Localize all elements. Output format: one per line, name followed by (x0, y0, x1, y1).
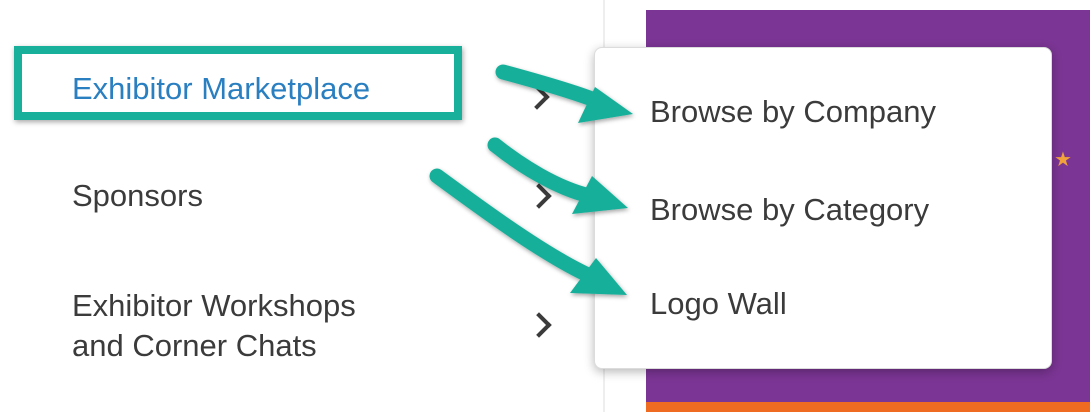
menu-item-label-line1: Exhibitor Workshops (72, 288, 356, 323)
annotation-highlight-box (14, 46, 462, 120)
screenshot-stage: ★ Exhibitor Marketplace Sponsors Exhibit… (0, 0, 1090, 412)
submenu-item-logo-wall[interactable]: Logo Wall (650, 284, 787, 324)
menu-item-exhibitor-workshops[interactable]: Exhibitor Workshops and Corner Chats (72, 286, 356, 366)
submenu-item-browse-by-category[interactable]: Browse by Category (650, 190, 929, 230)
submenu-item-browse-by-company[interactable]: Browse by Company (650, 92, 936, 132)
chevron-right-icon[interactable] (524, 84, 550, 110)
menu-item-sponsors[interactable]: Sponsors (72, 176, 203, 216)
chevron-right-icon[interactable] (526, 312, 552, 338)
background-panel-footer (646, 402, 1090, 412)
star-icon: ★ (1054, 149, 1072, 171)
submenu-dropdown: Browse by Company Browse by Category Log… (594, 47, 1052, 369)
chevron-right-icon[interactable] (526, 183, 552, 209)
menu-item-label-line2: and Corner Chats (72, 328, 317, 363)
menu-item-label: Sponsors (72, 178, 203, 213)
